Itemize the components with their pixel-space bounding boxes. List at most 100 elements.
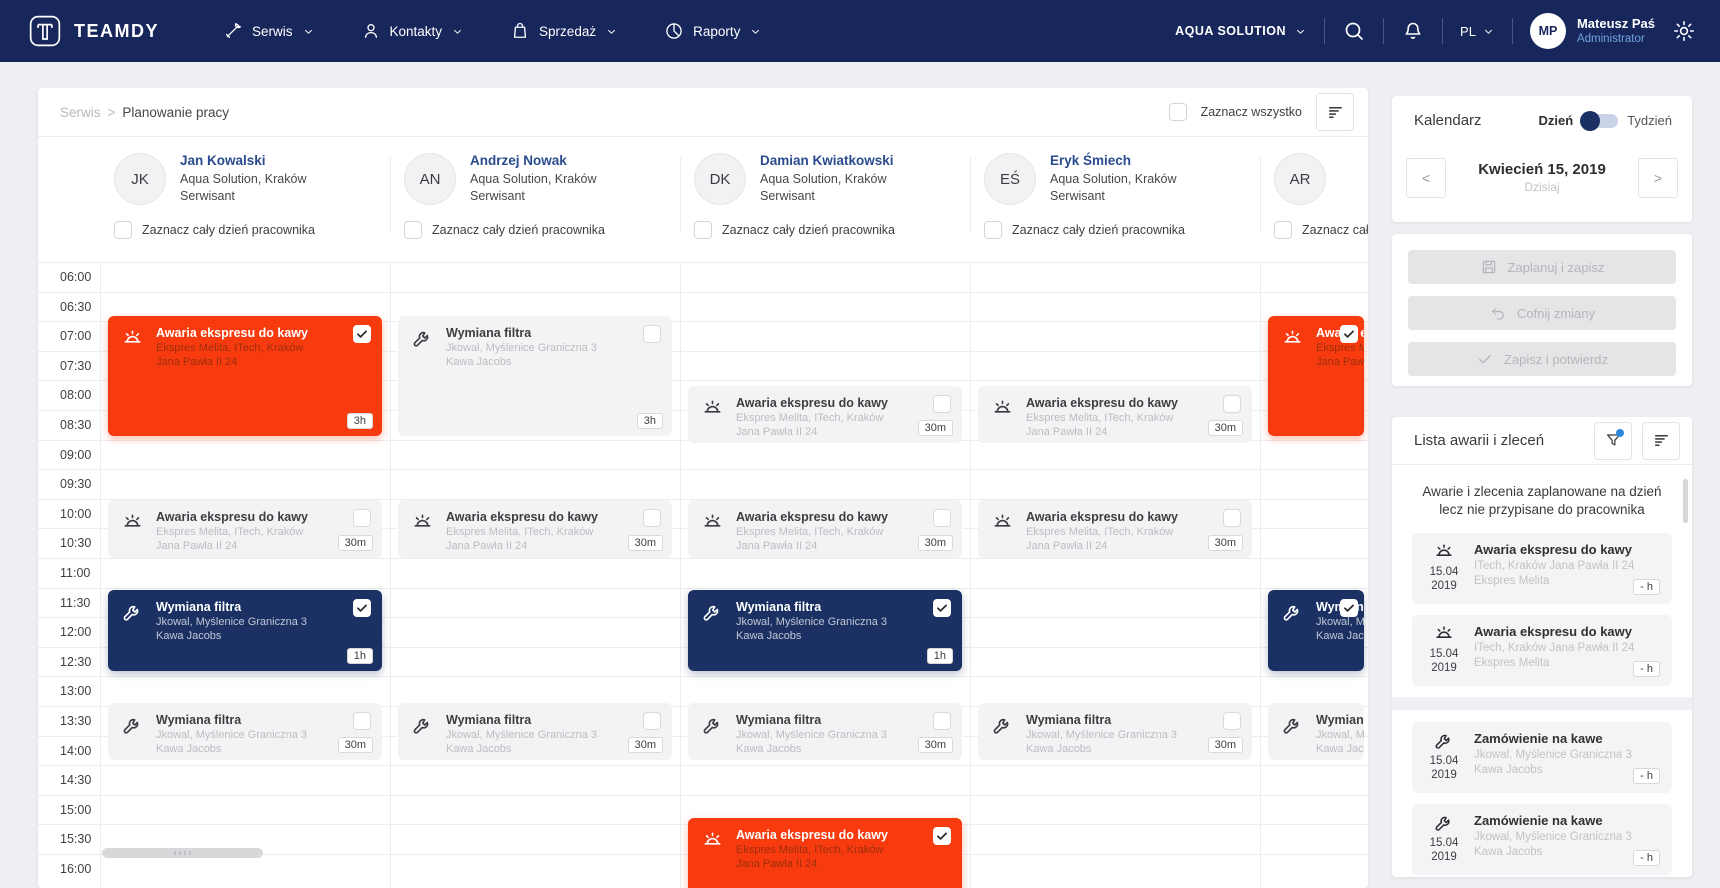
event-card[interactable]: Awaria ekspresu do kawy Ekspres Melita, … — [108, 500, 382, 558]
event-card[interactable]: Wymiana filtra Jkowal, Myślenice Granicz… — [398, 703, 672, 760]
list-item[interactable]: 15.04 2019 Zamówienie na kawe Jkowal, My… — [1412, 804, 1672, 875]
alarm-icon — [991, 511, 1014, 534]
save-and-confirm-button[interactable]: Zapisz i potwierdz — [1408, 342, 1676, 376]
select-employee-day-label: Zaznacz cały dzień pracownika — [722, 223, 895, 237]
event-card[interactable]: Wymiana filtra Jkowal, Myślenice Granicz… — [108, 590, 382, 671]
select-employee-day-checkbox[interactable] — [694, 221, 712, 239]
select-employee-day-checkbox[interactable] — [114, 221, 132, 239]
employee-name[interactable]: Jan Kowalski — [180, 152, 306, 171]
list-sort-button[interactable] — [1642, 422, 1680, 460]
event-card[interactable]: Wymiana filtra Jkowal, Myślenice Granicz… — [398, 316, 672, 436]
event-card[interactable]: Awaria ekspresu do kawy Ekspres Melita, … — [688, 386, 962, 443]
user-info[interactable]: Mateusz Paś Administrator — [1577, 16, 1655, 47]
event-duration-badge: 1h — [347, 648, 373, 664]
employee-name[interactable]: Eryk Śmiech — [1050, 152, 1176, 171]
user-avatar[interactable]: MP — [1530, 13, 1566, 49]
prev-day-button[interactable]: < — [1406, 158, 1446, 198]
time-row[interactable]: 11:00 — [38, 558, 1368, 588]
event-checkbox[interactable] — [1340, 599, 1358, 617]
event-checkbox[interactable] — [1340, 325, 1358, 343]
event-card[interactable]: Wymiana filtra Jkowal, Myślenice Granicz… — [978, 703, 1252, 760]
horizontal-scrollbar[interactable] — [102, 848, 263, 858]
select-employee-day-checkbox[interactable] — [404, 221, 422, 239]
item-duration-badge: - h — [1633, 661, 1660, 677]
main-menu: Serwis Kontakty Sprzedaż Raporty — [223, 21, 762, 41]
vertical-scrollbar[interactable] — [1683, 479, 1688, 523]
next-day-button[interactable]: > — [1638, 158, 1678, 198]
event-card[interactable]: Wymiana filtra Jkowal, Myślenice Granicz… — [1268, 590, 1364, 671]
employee-avatar[interactable]: DK — [694, 153, 746, 205]
menu-label: Sprzedaż — [539, 24, 596, 39]
employee-avatar[interactable]: EŚ — [984, 153, 1036, 205]
event-checkbox[interactable] — [1223, 395, 1241, 413]
day-toggle-label[interactable]: Dzień — [1539, 113, 1574, 128]
gear-icon[interactable] — [1672, 19, 1696, 43]
list-item[interactable]: 15.04 2019 Zamówienie na kawe Jkowal, My… — [1412, 722, 1672, 793]
alarm-icon — [121, 511, 144, 534]
employee-name[interactable]: Andrzej Nowak — [470, 152, 596, 171]
search-icon[interactable] — [1342, 19, 1366, 43]
menu-item-serwis[interactable]: Serwis — [223, 21, 315, 41]
menu-item-kontakty[interactable]: Kontakty — [361, 21, 465, 41]
event-checkbox[interactable] — [643, 712, 661, 730]
item-location: Jkowal, Myślenice Graniczna 3 — [1474, 748, 1632, 763]
time-label: 15:30 — [38, 825, 91, 855]
event-detail: Jana Pawła II 24 — [446, 540, 632, 554]
menu-item-raporty[interactable]: Raporty — [664, 21, 762, 41]
event-checkbox[interactable] — [1223, 509, 1241, 527]
time-row[interactable]: 09:30 — [38, 469, 1368, 499]
employee-avatar[interactable]: AR — [1274, 153, 1326, 205]
event-card[interactable]: Awaria ekspresu do kawy Ekspres Melita, … — [978, 500, 1252, 558]
day-week-toggle[interactable] — [1582, 114, 1618, 128]
event-checkbox[interactable] — [353, 712, 371, 730]
select-employee-day-checkbox[interactable] — [984, 221, 1002, 239]
select-all-checkbox[interactable] — [1169, 103, 1187, 121]
column-divider — [1260, 262, 1261, 888]
employee-company: Aqua Solution, Kraków — [760, 171, 894, 188]
week-toggle-label[interactable]: Tydzień — [1627, 113, 1672, 128]
event-checkbox[interactable] — [933, 599, 951, 617]
time-row[interactable]: 09:00 — [38, 440, 1368, 470]
event-checkbox[interactable] — [933, 712, 951, 730]
event-checkbox[interactable] — [353, 509, 371, 527]
time-row[interactable]: 06:00 — [38, 262, 1368, 292]
filter-button[interactable] — [1594, 422, 1632, 460]
breadcrumb-parent[interactable]: Serwis — [60, 105, 101, 120]
event-checkbox[interactable] — [933, 395, 951, 413]
plan-and-save-button[interactable]: Zaplanuj i zapisz — [1408, 250, 1676, 284]
date-label: Kwiecień 15, 2019 — [1446, 160, 1638, 180]
event-checkbox[interactable] — [933, 509, 951, 527]
select-employee-day-checkbox[interactable] — [1274, 221, 1292, 239]
time-row[interactable]: 13:00 — [38, 676, 1368, 706]
event-checkbox[interactable] — [643, 325, 661, 343]
event-checkbox[interactable] — [353, 599, 371, 617]
event-card[interactable]: Awaria ekspresu do kawy Ekspres Melita, … — [108, 316, 382, 436]
bell-icon[interactable] — [1401, 19, 1425, 43]
undo-changes-button[interactable]: Cofnij zmiany — [1408, 296, 1676, 330]
event-card[interactable]: Wymiana filtra Jkowal, Myślenice Granicz… — [688, 590, 962, 671]
event-checkbox[interactable] — [1223, 712, 1241, 730]
employee-avatar[interactable]: AN — [404, 153, 456, 205]
time-row[interactable]: 14:30 — [38, 765, 1368, 795]
event-checkbox[interactable] — [643, 509, 661, 527]
company-selector[interactable]: AQUA SOLUTION — [1175, 24, 1307, 38]
menu-item-sprzedaz[interactable]: Sprzedaż — [510, 21, 618, 41]
event-card[interactable]: Awaria ekspresu do kawy Ekspres Melita, … — [688, 818, 962, 888]
event-card[interactable]: Wymiana filtra Jkowal, Myślenice Granicz… — [108, 703, 382, 760]
divider — [1442, 18, 1443, 44]
event-card[interactable]: Awaria ekspresu do kawy Ekspres Melita, … — [688, 500, 962, 558]
list-item[interactable]: 15.04 2019 Awaria ekspresu do kawy ITech… — [1412, 533, 1672, 604]
employee-name[interactable]: Damian Kwiatkowski — [760, 152, 894, 171]
event-card[interactable]: Wymiana filtra Jkowal, Myślenice Granicz… — [1268, 703, 1364, 760]
event-card[interactable]: Awaria ekspresu do kawy Ekspres Melita, … — [398, 500, 672, 558]
language-selector[interactable]: PL — [1460, 24, 1495, 39]
list-item[interactable]: 15.04 2019 Awaria ekspresu do kawy ITech… — [1412, 615, 1672, 686]
event-card[interactable]: Awaria ekspresu do kawy Ekspres Melita, … — [978, 386, 1252, 443]
event-card[interactable]: Awaria ekspresu do kawy Ekspres Melita, … — [1268, 316, 1364, 436]
sort-button[interactable] — [1316, 93, 1354, 131]
event-checkbox[interactable] — [933, 827, 951, 845]
employee-avatar[interactable]: JK — [114, 153, 166, 205]
event-checkbox[interactable] — [353, 325, 371, 343]
brand[interactable]: TEAMDY — [28, 14, 159, 48]
event-card[interactable]: Wymiana filtra Jkowal, Myślenice Granicz… — [688, 703, 962, 760]
